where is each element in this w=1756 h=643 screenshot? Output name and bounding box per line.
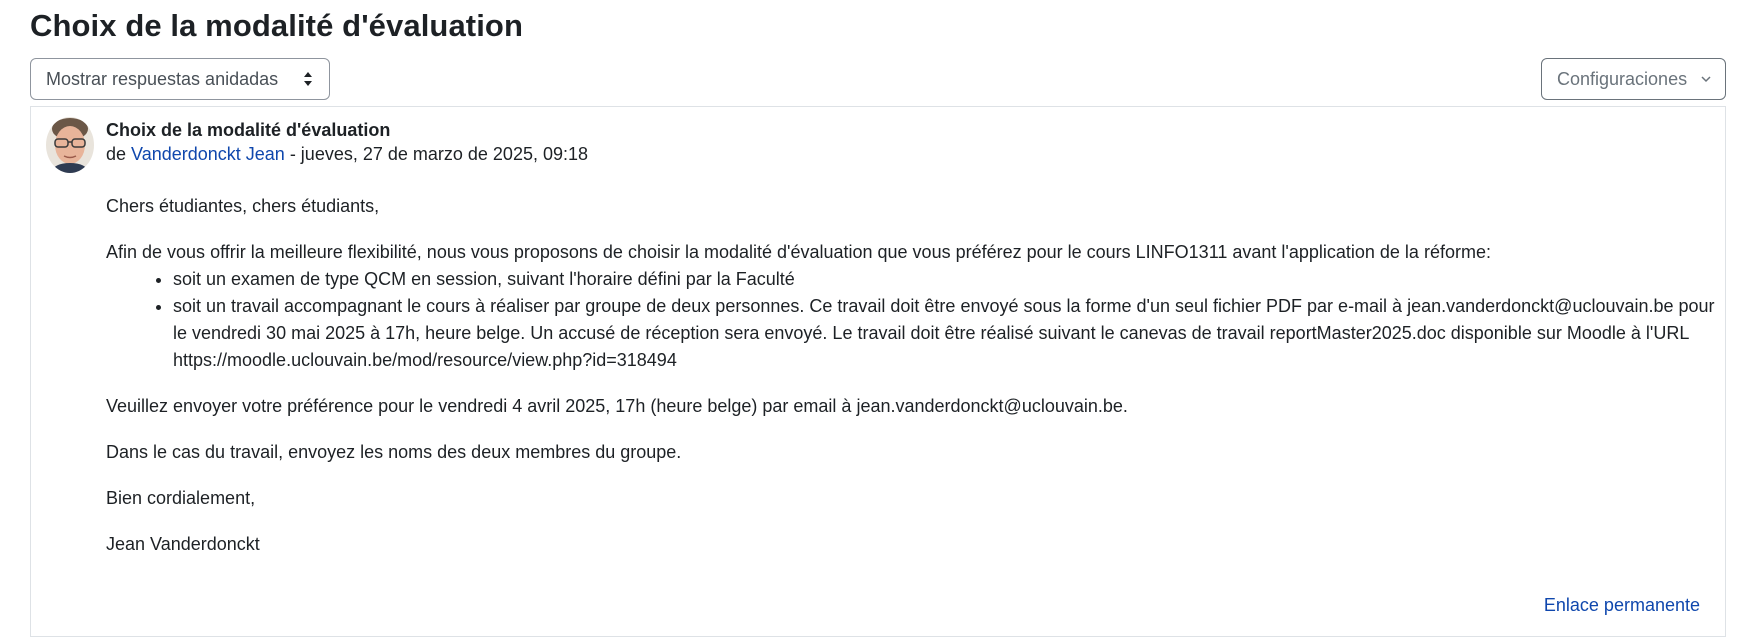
group-note: Dans le cas du travail, envoyez les noms… <box>106 442 682 462</box>
settings-button[interactable]: Configuraciones <box>1541 58 1726 100</box>
author-photo <box>46 117 94 173</box>
intro-paragraph: Afin de vous offrir la meilleure flexibi… <box>106 242 1491 262</box>
signature: Jean Vanderdonckt <box>106 534 260 554</box>
page-title: Choix de la modalité d'évaluation <box>30 8 523 43</box>
post-date: - jueves, 27 de marzo de 2025, 09:18 <box>284 144 589 164</box>
display-mode-select[interactable]: Mostrar respuestas anidadas <box>30 58 330 100</box>
post-header: Choix de la modalité d'évaluation de Van… <box>106 118 588 166</box>
request-paragraph: Veuillez envoyer votre préférence pour l… <box>106 396 1128 416</box>
options-list: soit un examen de type QCM en session, s… <box>106 266 1716 374</box>
post-content: Chers étudiantes, chers étudiants, Afin … <box>106 193 1716 577</box>
list-item: soit un travail accompagnant le cours à … <box>173 293 1716 374</box>
forum-discussion-page: Choix de la modalité d'évaluation Mostra… <box>0 0 1756 643</box>
sort-arrows-icon <box>304 72 312 86</box>
byline-prefix: de <box>106 144 132 164</box>
forum-post: Choix de la modalité d'évaluation de Van… <box>30 106 1726 637</box>
greeting: Chers étudiantes, chers étudiants, <box>106 196 380 216</box>
author-link[interactable]: Vanderdonckt Jean <box>131 144 285 164</box>
chevron-down-icon <box>1701 76 1711 83</box>
avatar[interactable] <box>46 117 94 173</box>
permalink-link[interactable]: Enlace permanente <box>1544 595 1700 616</box>
list-item: soit un examen de type QCM en session, s… <box>173 266 1716 293</box>
settings-label: Configuraciones <box>1557 68 1688 89</box>
closing: Bien cordialement, <box>106 488 256 508</box>
display-mode-value: Mostrar respuestas anidadas <box>46 68 279 89</box>
post-byline: de Vanderdonckt Jean - jueves, 27 de mar… <box>106 142 588 166</box>
post-subject: Choix de la modalité d'évaluation <box>106 120 391 140</box>
